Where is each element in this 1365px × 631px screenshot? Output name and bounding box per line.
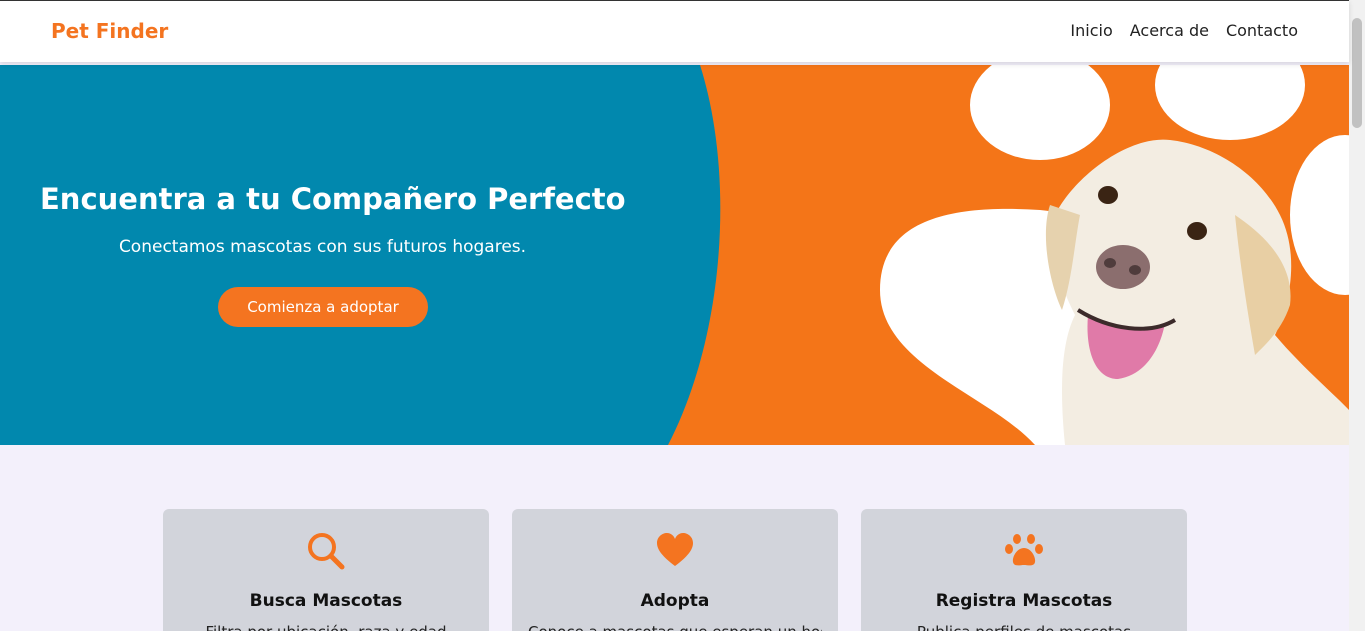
paw-toe-3 bbox=[1290, 135, 1349, 295]
feature-card-search[interactable]: Busca Mascotas Filtra por ubicación, raz… bbox=[163, 509, 489, 631]
feature-text: Filtra por ubicación, raza y edad bbox=[179, 623, 473, 631]
top-navbar: Pet Finder Inicio Acerca de Contacto bbox=[0, 0, 1349, 62]
paw-toe-1 bbox=[970, 65, 1110, 160]
paw-icon bbox=[1004, 531, 1044, 575]
heart-icon bbox=[655, 531, 695, 575]
nav-links: Inicio Acerca de Contacto bbox=[1070, 21, 1298, 40]
feature-title: Registra Mascotas bbox=[935, 591, 1113, 611]
nav-link-contacto[interactable]: Contacto bbox=[1226, 21, 1298, 40]
hero-banner: Encuentra a tu Compañero Perfecto Conect… bbox=[0, 65, 1349, 445]
feature-card-register[interactable]: Registra Mascotas Publica perfiles de ma… bbox=[861, 509, 1187, 631]
nav-link-acerca[interactable]: Acerca de bbox=[1130, 21, 1209, 40]
feature-text: Conoce a mascotas que esperan un hogar bbox=[528, 623, 822, 631]
feature-title: Adopta bbox=[640, 591, 710, 611]
start-adopting-button[interactable]: Comienza a adoptar bbox=[218, 287, 428, 327]
hero-title: Encuentra a tu Compañero Perfecto bbox=[40, 182, 626, 216]
features-section: Busca Mascotas Filtra por ubicación, raz… bbox=[0, 445, 1349, 631]
scrollbar-thumb[interactable] bbox=[1352, 18, 1362, 128]
hero-subtitle: Conectamos mascotas con sus futuros hoga… bbox=[118, 237, 527, 257]
brand-logo[interactable]: Pet Finder bbox=[51, 19, 168, 43]
page-scrollbar[interactable] bbox=[1349, 0, 1365, 631]
paw-toe-2 bbox=[1155, 65, 1305, 140]
nav-link-inicio[interactable]: Inicio bbox=[1070, 21, 1112, 40]
search-icon bbox=[306, 531, 346, 575]
feature-card-adopt[interactable]: Adopta Conoce a mascotas que esperan un … bbox=[512, 509, 838, 631]
feature-text: Publica perfiles de mascotas bbox=[877, 623, 1171, 631]
feature-title: Busca Mascotas bbox=[249, 591, 403, 611]
